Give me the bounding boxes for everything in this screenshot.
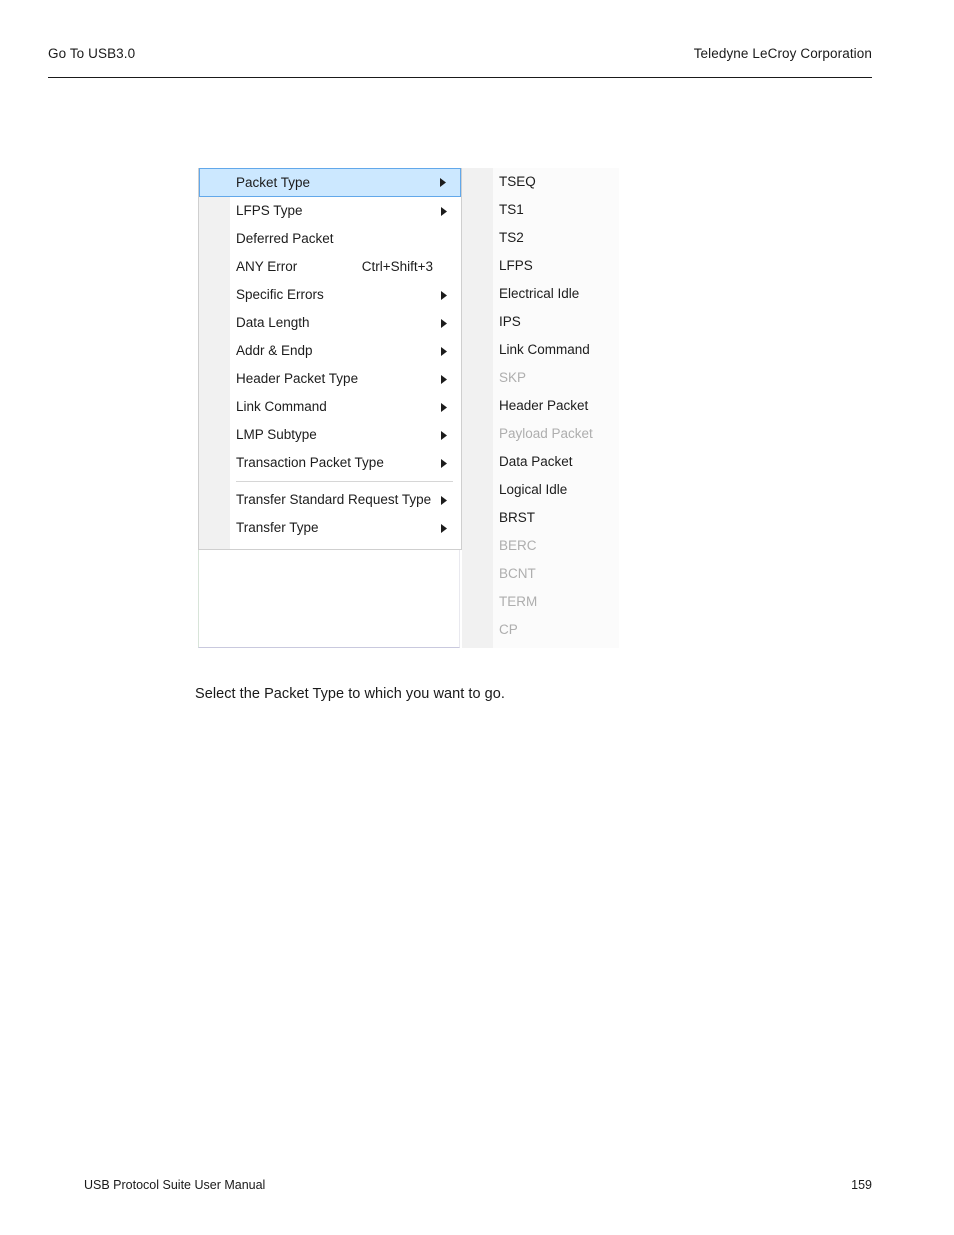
submenu-item: CP xyxy=(462,616,619,644)
submenu-item-label: BRST xyxy=(499,510,536,525)
submenu-item-label: Logical Idle xyxy=(499,482,568,497)
submenu-item-label: Header Packet xyxy=(499,398,589,413)
submenu-item-label: BERC xyxy=(499,538,537,553)
submenu-item-list: TSEQ TS1 TS2 LFPS Electrical Idle IPS Link Com… xyxy=(462,168,619,644)
submenu-arrow-icon xyxy=(441,514,451,542)
submenu-item-label: TS1 xyxy=(499,202,524,217)
menu-item-label: LFPS Type xyxy=(236,203,303,218)
menu-item[interactable]: ANY Error Ctrl+Shift+3 xyxy=(199,253,461,281)
submenu-item[interactable]: Header Packet xyxy=(462,392,619,420)
submenu-item[interactable]: BRST xyxy=(462,504,619,532)
go-to-usb3-context-menu[interactable]: Packet Type LFPS Type Deferred Packet ANY E… xyxy=(198,168,462,550)
menu-item-label: Data Length xyxy=(236,315,310,330)
submenu-arrow-icon xyxy=(441,365,451,393)
submenu-item-label: IPS xyxy=(499,314,521,329)
submenu-item: TERM xyxy=(462,588,619,616)
submenu-item[interactable]: Electrical Idle xyxy=(462,280,619,308)
menu-item-label: Transaction Packet Type xyxy=(236,455,384,470)
instruction-paragraph: Select the Packet Type to which you want… xyxy=(195,686,505,702)
submenu-item: BCNT xyxy=(462,560,619,588)
menu-item-label: Transfer Standard Request Type xyxy=(236,492,432,507)
submenu-item[interactable]: Link Command xyxy=(462,336,619,364)
submenu-arrow-icon xyxy=(441,449,451,477)
submenu-item-label: TERM xyxy=(499,594,538,609)
submenu-item-label: BCNT xyxy=(499,566,536,581)
submenu-item-label: CP xyxy=(499,622,518,637)
submenu-item-label: Payload Packet xyxy=(499,426,593,441)
menu-item[interactable]: Transaction Packet Type xyxy=(199,449,461,477)
menu-separator xyxy=(199,477,461,486)
submenu-item[interactable]: LFPS xyxy=(462,252,619,280)
submenu-item[interactable]: Logical Idle xyxy=(462,476,619,504)
submenu-item-label: Data Packet xyxy=(499,454,573,469)
submenu-arrow-icon xyxy=(441,197,451,225)
header-company-name: Teledyne LeCroy Corporation xyxy=(693,46,872,61)
menu-item-label: Addr & Endp xyxy=(236,343,313,358)
menu-item-label: Packet Type xyxy=(236,175,311,190)
header-chapter-title: Go To USB3.0 xyxy=(48,46,136,61)
submenu-arrow-icon xyxy=(441,281,451,309)
footer-page-number: 159 xyxy=(851,1178,872,1192)
menu-item[interactable]: Addr & Endp xyxy=(199,337,461,365)
submenu-item-label: SKP xyxy=(499,370,527,385)
menu-item-label: Header Packet Type xyxy=(236,371,359,386)
menu-item[interactable]: Data Length xyxy=(199,309,461,337)
footer-document-title: USB Protocol Suite User Manual xyxy=(84,1178,266,1192)
menu-continuation-panel xyxy=(198,549,460,648)
submenu-arrow-icon xyxy=(441,421,451,449)
page-footer: USB Protocol Suite User Manual 159 xyxy=(84,1178,872,1198)
menu-item-label: Link Command xyxy=(236,399,327,414)
menu-item-label: Specific Errors xyxy=(236,287,324,302)
menu-item[interactable]: Transfer Type xyxy=(199,514,461,542)
submenu-item-label: LFPS xyxy=(499,258,533,273)
submenu-item: Payload Packet xyxy=(462,420,619,448)
menu-item[interactable]: LMP Subtype xyxy=(199,421,461,449)
menu-item-shortcut: Ctrl+Shift+3 xyxy=(361,259,433,274)
menu-item[interactable]: Link Command xyxy=(199,393,461,421)
packet-type-submenu[interactable]: TSEQ TS1 TS2 LFPS Electrical Idle IPS Link Com… xyxy=(462,168,619,648)
submenu-arrow-icon xyxy=(441,486,451,514)
submenu-item-label: TS2 xyxy=(499,230,524,245)
menu-item[interactable]: Specific Errors xyxy=(199,281,461,309)
submenu-item[interactable]: Data Packet xyxy=(462,448,619,476)
menu-item[interactable]: Transfer Standard Request Type xyxy=(199,486,461,514)
menu-item[interactable]: Header Packet Type xyxy=(199,365,461,393)
submenu-arrow-icon xyxy=(441,337,451,365)
submenu-arrow-icon xyxy=(440,169,450,197)
submenu-item: SKP xyxy=(462,364,619,392)
menu-item[interactable]: Packet Type xyxy=(199,168,461,197)
menu-item-label: Deferred Packet xyxy=(236,231,334,246)
submenu-item[interactable]: TS2 xyxy=(462,224,619,252)
submenu-arrow-icon xyxy=(441,393,451,421)
menu-item-label: ANY Error xyxy=(236,259,298,274)
submenu-item[interactable]: IPS xyxy=(462,308,619,336)
submenu-item-label: Electrical Idle xyxy=(499,286,580,301)
menu-item-label: LMP Subtype xyxy=(236,427,317,442)
page-header: Go To USB3.0 Teledyne LeCroy Corporation xyxy=(48,46,872,78)
menu-item-list: Packet Type LFPS Type Deferred Packet ANY E… xyxy=(199,168,461,542)
menu-item[interactable]: LFPS Type xyxy=(199,197,461,225)
submenu-item: BERC xyxy=(462,532,619,560)
menu-item[interactable]: Deferred Packet xyxy=(199,225,461,253)
submenu-arrow-icon xyxy=(441,309,451,337)
submenu-item[interactable]: TS1 xyxy=(462,196,619,224)
context-menu-screenshot: Packet Type LFPS Type Deferred Packet ANY E… xyxy=(195,168,619,650)
submenu-item-label: Link Command xyxy=(499,342,590,357)
menu-item-label: Transfer Type xyxy=(236,520,319,535)
submenu-item-label: TSEQ xyxy=(499,174,536,189)
submenu-item[interactable]: TSEQ xyxy=(462,168,619,196)
